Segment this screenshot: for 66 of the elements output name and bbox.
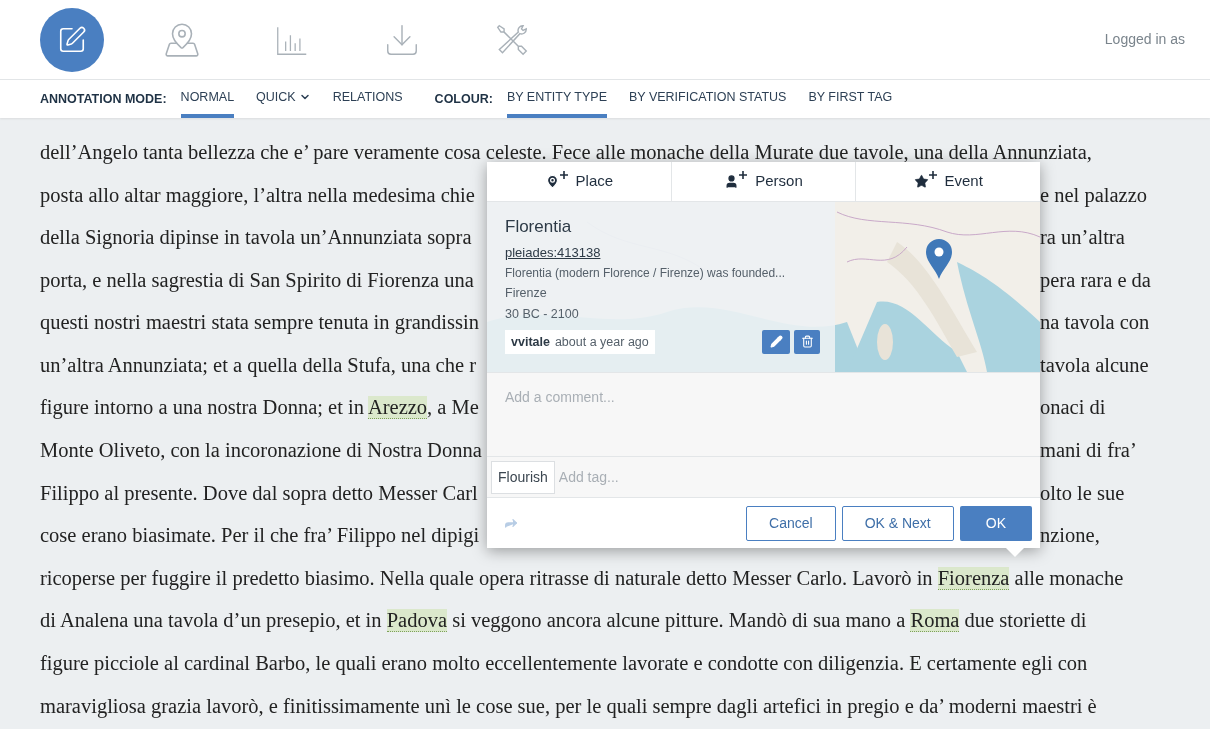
entity-type-tab[interactable]: Place (487, 162, 671, 201)
text-fragment: na tavola con (1040, 311, 1150, 334)
comment-field[interactable]: Add a comment... (487, 372, 1040, 457)
text-fragment: Monte Oliveto, con la incoronazione di Nostra Donna (40, 439, 482, 462)
entity-type-tab[interactable]: Person (670, 162, 856, 201)
user-label: Logged in as (1104, 30, 1185, 49)
group-label: COLOUR: (434, 90, 493, 108)
add-event-icon (913, 174, 937, 189)
dialog-button[interactable]: Cancel (746, 505, 836, 541)
mode-tab[interactable]: BY FIRST TAG (808, 80, 893, 118)
text-fragment: di Analena una tavola d’un presepio, et in (40, 609, 383, 632)
mode-tab[interactable]: BY VERIFICATION STATUS (629, 80, 787, 118)
place-annotation[interactable]: Fiorenza (937, 566, 1010, 590)
delete-button[interactable] (794, 329, 820, 354)
text-fragment: maravigliosa grazia lavorò, e finitissimamente unì le cose sue, per le quali sempre dagli artefici in pregio e da’ moderni maestri è (40, 694, 1097, 717)
text-fragment: posta allo altar maggiore, l’altra nella medesima chie (40, 183, 475, 206)
entity-title: Florentia (505, 216, 573, 238)
add-person-icon (724, 174, 748, 189)
text-fragment: olto le sue (1040, 481, 1125, 504)
tag-input[interactable]: Add tag... (558, 457, 1040, 497)
edit-icon (57, 24, 87, 55)
mode-tab[interactable]: NORMAL (180, 80, 235, 118)
text-fragment: questi nostri maestri stata sempre tenuta in grandissin (40, 311, 479, 334)
text-fragment: un’altra Annunziata; et a quella della Stufa, una che r (40, 353, 476, 376)
text-fragment: ricoperse per fuggire il predetto biasimo. Nella quale opera ritrasse di naturale detto Messer Carlo. Lavorò in (40, 566, 934, 589)
text-fragment: porta, e nella sagrestia di San Spirito di Fiorenza una (40, 268, 474, 291)
alt-name: Firenze (505, 285, 548, 302)
tag-chip[interactable]: Flourish (491, 460, 555, 494)
dialog-button[interactable]: OK (959, 505, 1032, 541)
text-fragment: cose erano biasimate. Per il che fra’ Filippo nel dipigi (40, 524, 480, 547)
group-label: ANNOTATION MODE: (40, 90, 167, 108)
author-name: vvitale (511, 333, 550, 351)
add-place-icon (544, 174, 568, 189)
place-annotation[interactable]: Roma (910, 609, 960, 633)
text-fragment: due storiette di (963, 609, 1087, 632)
map-icon (163, 20, 201, 59)
text-fragment: alle monache (1013, 566, 1124, 589)
text-fragment: tavola alcune (1040, 353, 1149, 376)
uri-link[interactable]: pleiades:413138 (505, 242, 601, 262)
text-fragment: , a Me (427, 396, 479, 419)
text-fragment: si veggono ancora alcune pitture. Mandò di sua mano a (451, 609, 907, 632)
text-fragment: della Signoria dipinse in tavola un’Annunziata sopra (40, 226, 472, 249)
pencil-icon (769, 335, 783, 349)
text-fragment: nzione, (1040, 524, 1100, 547)
entity-description: Florentia (modern Florence / Firenze) was founded... (505, 265, 787, 282)
mode-tab[interactable]: RELATIONS (332, 80, 403, 118)
map-pin-icon (925, 238, 953, 280)
text-fragment: pera rara e da (1040, 268, 1151, 291)
place-annotation[interactable]: Arezzo (367, 396, 428, 420)
place-annotation[interactable]: Padova (386, 609, 448, 633)
trash-icon (800, 335, 814, 349)
timestamp: about a year ago (554, 333, 649, 351)
text-fragment: figure intorno a una nostra Donna; et in (40, 396, 365, 419)
text-fragment: dell’Angelo tanta bellezza che e’ pare veramente cosa celeste. Fece alle monache della Murate due tavole, una della Annunziata, (40, 140, 1092, 163)
mode-tab[interactable]: QUICK (256, 80, 311, 118)
mode-tab[interactable]: BY ENTITY TYPE (506, 80, 607, 118)
entity-type-tab[interactable]: Event (855, 162, 1040, 201)
text-fragment: Filippo al presente. Dove dal sopra detto Messer Carl (40, 481, 478, 504)
text-fragment: mani di fra’ (1040, 439, 1137, 462)
edit-button[interactable] (762, 329, 790, 354)
text-fragment: ra un’altra (1040, 226, 1125, 249)
text-fragment: figure picciole al cardinal Barbo, le quali erano molto eccellentemente lavorate e condotte con diligenzia. E certamente egli con (40, 652, 1088, 675)
date-range: 30 BC - 2100 (505, 305, 580, 323)
text-fragment: e nel palazzo (1040, 183, 1147, 206)
dialog-button[interactable]: OK & Next (841, 505, 954, 541)
text-fragment: onaci di (1040, 396, 1106, 419)
